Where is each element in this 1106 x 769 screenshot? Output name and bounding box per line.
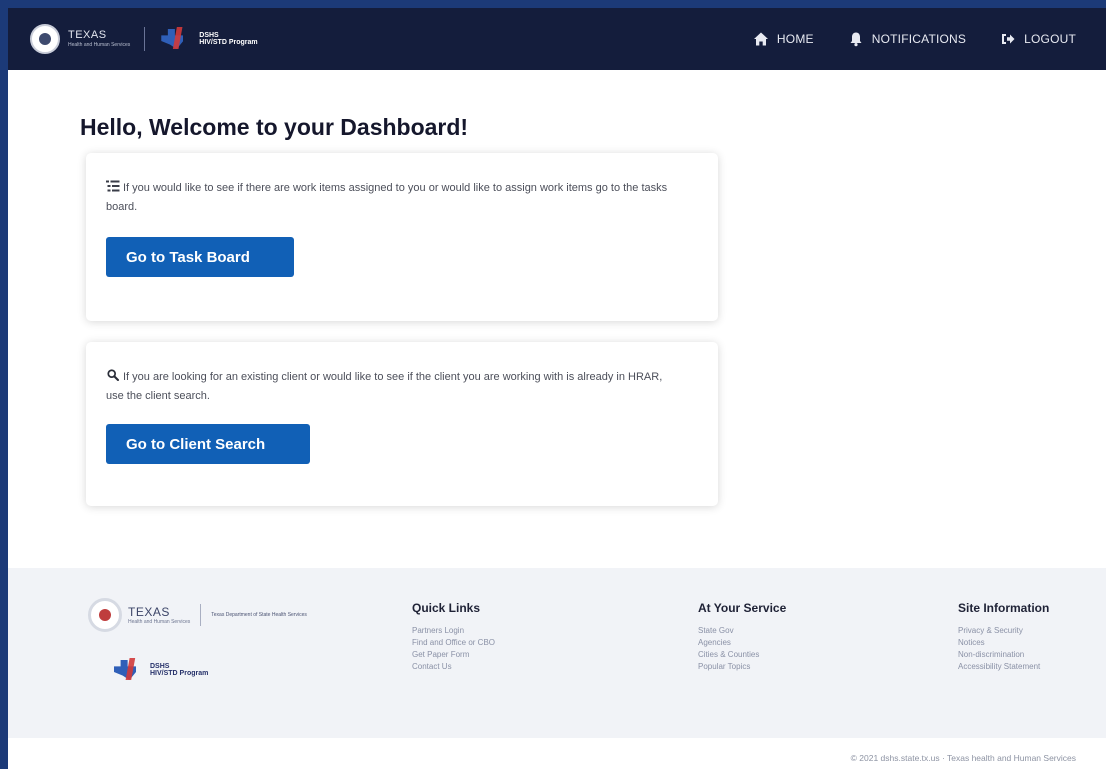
footer-link-contact-us[interactable]: Contact Us (412, 661, 495, 673)
footer-link-cities-counties[interactable]: Cities & Counties (698, 649, 786, 661)
footer-link-privacy[interactable]: Privacy & Security (958, 625, 1049, 637)
footer-dept-name: Texas Department of State Health Service… (211, 612, 307, 618)
task-board-card: If you would like to see if there are wo… (86, 153, 718, 321)
texas-map-icon (112, 656, 144, 684)
top-navbar: TEXAS Health and Human Services DSHS HIV… (8, 8, 1106, 70)
brand-logos[interactable]: TEXAS Health and Human Services DSHS HIV… (30, 24, 258, 54)
dshs-logo-line2: HIV/STD Program (199, 39, 258, 46)
footer-link-popular-topics[interactable]: Popular Topics (698, 661, 786, 673)
footer-dshs-line1: DSHS (150, 662, 170, 670)
home-icon (753, 32, 768, 46)
nav-logout-label: LOGOUT (1024, 32, 1076, 46)
nav-home-label: HOME (776, 32, 814, 46)
go-to-task-board-button[interactable]: Go to Task Board (106, 237, 294, 277)
footer-hhs-line1: TEXAS (128, 604, 170, 619)
footer-link-non-discrimination[interactable]: Non-discrimination (958, 649, 1049, 661)
hhs-logo-line1: TEXAS (68, 29, 107, 41)
bell-icon (850, 32, 862, 47)
nav-notifications[interactable]: NOTIFICATIONS (848, 31, 966, 47)
nav-notifications-label: NOTIFICATIONS (871, 32, 967, 46)
footer-link-paper-form[interactable]: Get Paper Form (412, 649, 495, 661)
footer-hhs-line2: Health and Human Services (128, 618, 191, 625)
footer-link-accessibility[interactable]: Accessibility Statement (958, 661, 1049, 673)
page-title: Hello, Welcome to your Dashboard! (80, 114, 469, 140)
footer: TEXAS Health and Human Services Texas De… (8, 568, 1106, 738)
footer-hhs-logo[interactable]: TEXAS Health and Human Services Texas De… (88, 598, 307, 632)
footer-dshs-text: DSHS HIV/STD Program (150, 663, 208, 678)
list-icon (106, 180, 120, 192)
footer-column-title: At Your Service (698, 601, 787, 615)
footer-logos: TEXAS Health and Human Services Texas De… (88, 598, 307, 684)
footer-logo-divider (200, 604, 202, 626)
footer-link-partners-login[interactable]: Partners Login (412, 625, 495, 637)
footer-at-your-service: At Your Service State Gov Agencies Citie… (698, 601, 786, 673)
footer-link-notices[interactable]: Notices (958, 637, 1049, 649)
client-search-description: If you are looking for an existing clien… (106, 368, 676, 406)
hhs-seal-icon (88, 598, 122, 632)
footer-link-agencies[interactable]: Agencies (698, 637, 786, 649)
texas-map-icon (159, 25, 191, 53)
client-search-text: If you are looking for an existing clien… (106, 371, 663, 402)
search-icon (107, 369, 120, 381)
go-to-client-search-button[interactable]: Go to Client Search (106, 424, 310, 464)
page: TEXAS Health and Human Services DSHS HIV… (8, 8, 1106, 769)
dshs-logo-line1: DSHS (199, 31, 219, 39)
hhs-seal-icon (30, 24, 60, 54)
logout-icon (1002, 34, 1015, 44)
hhs-logo-line2: Health and Human Services (68, 42, 131, 48)
nav-logout[interactable]: LOGOUT (1000, 31, 1076, 47)
footer-site-information: Site Information Privacy & Security Noti… (958, 601, 1049, 673)
task-board-text: If you would like to see if there are wo… (106, 182, 668, 213)
footer-column-title: Site Information (958, 601, 1050, 615)
copyright-text: © 2021 dshs.state.tx.us · Texas health a… (850, 753, 1076, 763)
footer-link-state-gov[interactable]: State Gov (698, 625, 786, 637)
footer-dshs-logo[interactable]: DSHS HIV/STD Program (112, 656, 307, 684)
dshs-logo-text: DSHS HIV/STD Program (199, 32, 257, 47)
main-nav: HOME NOTIFICATIONS LOGOUT (753, 8, 1076, 70)
footer-link-find-office[interactable]: Find and Office or CBO (412, 637, 495, 649)
brand-divider (144, 27, 146, 51)
task-board-description: If you would like to see if there are wo… (106, 179, 676, 217)
footer-column-title: Quick Links (412, 601, 481, 615)
footer-quick-links: Quick Links Partners Login Find and Offi… (412, 601, 495, 673)
footer-hhs-text: TEXAS Health and Human Services (128, 606, 190, 625)
nav-home[interactable]: HOME (753, 31, 814, 47)
hhs-logo-text: TEXAS Health and Human Services (68, 30, 130, 48)
client-search-card: If you are looking for an existing clien… (86, 342, 718, 506)
footer-dshs-line2: HIV/STD Program (150, 670, 209, 677)
